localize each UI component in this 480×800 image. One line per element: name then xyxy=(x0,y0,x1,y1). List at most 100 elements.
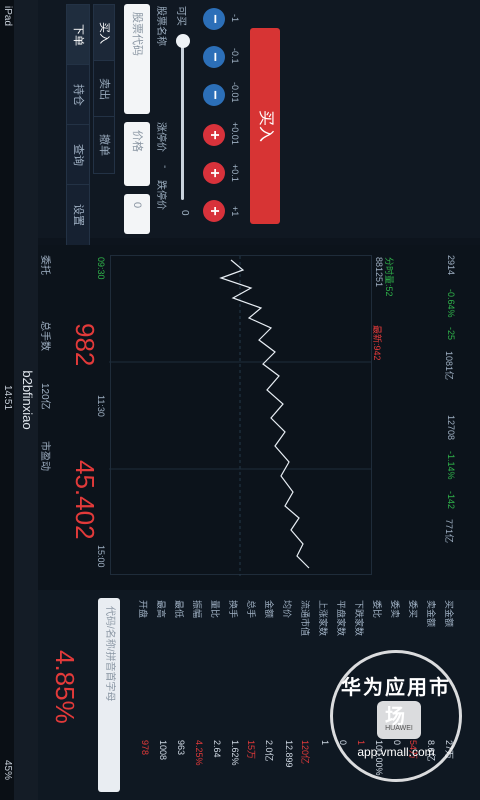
stat-label: 买金额 xyxy=(444,600,454,628)
qty-slider-thumb[interactable] xyxy=(176,34,190,48)
qty-input[interactable]: 0 xyxy=(124,194,150,234)
stat-value: 2.0亿 xyxy=(264,740,274,762)
status-bar: iPad 14:51 45% xyxy=(0,0,14,800)
bottom-stat-6: -142 xyxy=(446,491,456,510)
intraday-chart[interactable] xyxy=(109,255,372,576)
stat-value: 1008 xyxy=(158,740,168,761)
stat-value: 978 xyxy=(140,740,150,756)
stat-label: 换手 xyxy=(228,600,238,619)
latest-label: 最新:942 xyxy=(372,325,382,361)
stat-value: 120亿 xyxy=(300,740,310,765)
stat-label: 振幅 xyxy=(192,600,202,619)
stat-value: 2.64 xyxy=(212,740,222,758)
bottom-stat-2: -25 xyxy=(446,327,456,341)
cap-value: 120亿 xyxy=(39,383,50,410)
stat-label: 流通市值 xyxy=(300,600,310,637)
price-mode-lower[interactable]: 跌停价 xyxy=(155,180,170,210)
stat-label: 最高 xyxy=(156,600,166,619)
huawei-logo-icon: HUAWEI xyxy=(377,701,421,739)
change-percent: 4.85% xyxy=(50,650,80,724)
plus-01-button[interactable]: + xyxy=(203,162,225,184)
cap-label: 市盈动 xyxy=(39,441,50,471)
tab-order[interactable]: 下单 xyxy=(66,4,90,66)
stock-price: 45.402 xyxy=(70,460,100,540)
chart-area: 委托 982 总手数 120亿 市盈动 45.402 881251 最新:942… xyxy=(38,245,480,590)
stat-value: 1.62% xyxy=(230,740,240,766)
stat-value: 1 xyxy=(320,740,330,746)
search-input[interactable]: 代码/名称/拼音首字母 xyxy=(98,598,120,792)
time-tick-mid: 11:30 xyxy=(96,395,106,417)
trade-panel: 下单 持仓 查询 设置 买入 卖出 撤单 股票代码 价格 0 股票名称 涨停价 … xyxy=(38,0,480,246)
stat-label: 上涨家数 xyxy=(318,600,328,637)
battery-level: 45% xyxy=(2,760,13,781)
time-tick-open: 09:30 xyxy=(96,257,106,280)
watermark: 华为应用市场 HUAWEI app.vmall.com xyxy=(330,650,462,782)
stat-label: 量比 xyxy=(210,600,220,619)
stat-label: 最低 xyxy=(174,600,184,619)
bottom-stat-7: 771亿 xyxy=(444,519,454,544)
watermark-url: app.vmall.com xyxy=(357,745,435,759)
code-input[interactable]: 股票代码 xyxy=(124,4,150,114)
subtab-buy[interactable]: 买入 xyxy=(93,4,115,62)
qty-slider-track[interactable] xyxy=(181,40,184,200)
step-label-minus-001: -0.01 xyxy=(230,82,240,103)
minus-1-button[interactable]: − xyxy=(203,8,225,30)
minus-001-button[interactable]: − xyxy=(203,84,225,106)
step-label-plus-1: +1 xyxy=(230,206,240,217)
clock: 14:51 xyxy=(2,385,13,411)
bottom-stat-4: 12708 xyxy=(446,415,456,441)
bottom-stat-5: -1.14% xyxy=(446,451,456,480)
stat-label: 委比 xyxy=(372,600,382,619)
bottom-stat-0: 2914 xyxy=(446,255,456,276)
time-tick-close: 15:00 xyxy=(96,545,106,568)
step-label-plus-01: +0.1 xyxy=(230,164,240,182)
price-line xyxy=(219,259,310,569)
stat-label: 总手 xyxy=(246,600,256,619)
plus-1-button[interactable]: + xyxy=(203,200,225,222)
stat-label: 委卖 xyxy=(390,600,400,619)
price-mode-upper[interactable]: 涨停价 xyxy=(155,122,170,152)
stat-label: 平盘家数 xyxy=(336,600,346,637)
stat-label: 委买 xyxy=(408,600,418,619)
tab-query[interactable]: 查询 xyxy=(66,124,90,186)
tab-position[interactable]: 持仓 xyxy=(66,64,90,126)
title-bar: b2bfinxiao xyxy=(14,0,38,800)
price-input[interactable]: 价格 xyxy=(124,122,150,186)
minus-01-button[interactable]: − xyxy=(203,46,225,68)
volume-label: 总手数 xyxy=(39,321,50,351)
step-label-plus-001: +0.01 xyxy=(230,122,240,145)
qty-label: 可买 xyxy=(175,6,186,26)
stat-label: 开盘 xyxy=(138,600,148,619)
subtab-sell[interactable]: 卖出 xyxy=(93,60,115,118)
stat-label: 均价 xyxy=(282,600,292,619)
subtab-cancel[interactable]: 撤单 xyxy=(93,116,115,174)
stat-label: 下跌家数 xyxy=(354,600,364,637)
stat-value: 15万 xyxy=(246,740,256,760)
tab-settings[interactable]: 设置 xyxy=(66,184,90,246)
step-label-minus-01: -0.1 xyxy=(230,48,240,64)
screen: iPad 14:51 45% b2bfinxiao 下单 持仓 查询 设置 买入… xyxy=(0,0,480,800)
step-label-minus-1: -1 xyxy=(230,14,240,23)
plus-001-button[interactable]: + xyxy=(203,124,225,146)
stat-value: 4.25% xyxy=(194,740,204,766)
app-title: b2bfinxiao xyxy=(20,370,35,430)
trade-subtabs: 买入 卖出 撤单 xyxy=(91,0,115,238)
device-label: iPad xyxy=(2,6,13,27)
volume-value: 982 xyxy=(70,323,100,367)
price-mode-sep: - xyxy=(159,165,170,169)
qty-value: 0 xyxy=(179,210,190,216)
stat-value: 963 xyxy=(176,740,186,756)
stat-value: 12.899 xyxy=(284,740,294,768)
trade-tabs: 下单 持仓 查询 设置 xyxy=(38,0,90,246)
stat-label: 卖金额 xyxy=(426,600,436,628)
entrust-label: 委托 xyxy=(39,255,50,275)
intraday-chart-svg xyxy=(109,256,371,576)
bottom-stat-1: -0.64% xyxy=(446,289,456,318)
volume-label-bottom: 分时量:52 xyxy=(384,257,394,297)
stock-name-label: 股票名称 xyxy=(155,6,166,46)
bottom-stat-3: 1081亿 xyxy=(444,351,454,381)
buy-button[interactable]: 买入 xyxy=(250,28,280,224)
stock-header: 委托 982 总手数 120亿 市盈动 45.402 xyxy=(38,245,108,590)
huawei-logo-text: HUAWEI xyxy=(385,725,413,732)
stat-label: 金额 xyxy=(264,600,274,619)
